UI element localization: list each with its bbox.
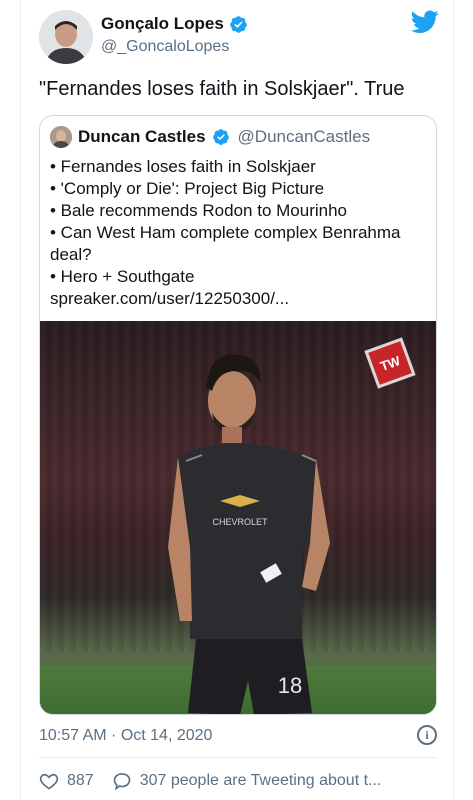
author-name[interactable]: Gonçalo Lopes [101, 14, 224, 34]
tweeting-about-text: 307 people are Tweeting about t... [139, 772, 382, 789]
quoted-line: • Fernandes loses faith in Solskjaer [50, 157, 316, 176]
like-count: 887 [67, 772, 94, 789]
quoted-photo[interactable]: TW CHEVROLET 18 [40, 321, 436, 714]
shorts-number: 18 [278, 673, 302, 698]
twitter-bird-icon[interactable] [411, 10, 439, 34]
quoted-author-handle: @DuncanCastles [237, 127, 371, 146]
quoted-header: Duncan Castles @DuncanCastles [50, 126, 370, 148]
quoted-author-name: Duncan Castles [78, 127, 206, 146]
verified-badge-icon [229, 15, 247, 33]
timestamp[interactable]: 10:57 AM · Oct 14, 2020 [39, 727, 212, 744]
quoted-link[interactable]: spreaker.com/user/12250300/... [50, 288, 426, 310]
author-block: Gonçalo Lopes @_GoncaloLopes [101, 14, 248, 56]
tweeting-about-link[interactable]: 307 people are Tweeting about t... [112, 771, 382, 791]
action-bar: 887 307 people are Tweeting about t... [39, 768, 437, 794]
quoted-tweet[interactable]: Duncan Castles @DuncanCastles • Fernande… [39, 115, 437, 715]
tweet-meta: 10:57 AM · Oct 14, 2020 i [39, 725, 437, 745]
tweet-header: Gonçalo Lopes @_GoncaloLopes [39, 8, 439, 68]
player-figure: CHEVROLET 18 [168, 354, 330, 714]
quoted-line: • Bale recommends Rodon to Mourinho [50, 201, 347, 220]
shirt-sponsor: CHEVROLET [212, 517, 268, 527]
tweet-card: Gonçalo Lopes @_GoncaloLopes "Fernandes … [20, 0, 454, 800]
quoted-author-avatar [50, 126, 72, 148]
like-button[interactable]: 887 [39, 771, 94, 791]
author-handle[interactable]: @_GoncaloLopes [101, 38, 248, 56]
quoted-line: • Hero + Southgate [50, 267, 195, 286]
tweet-text: "Fernandes loses faith in Solskjaer". Tr… [39, 78, 405, 100]
heart-icon [39, 773, 59, 790]
speech-bubble-icon [113, 773, 131, 791]
author-avatar[interactable] [39, 10, 93, 64]
divider [39, 757, 437, 758]
verified-badge-icon [212, 129, 229, 145]
quoted-text: • Fernandes loses faith in Solskjaer • '… [50, 156, 426, 310]
quoted-line: • Can West Ham complete complex Benrahma… [50, 223, 406, 264]
quoted-line: • 'Comply or Die': Project Big Picture [50, 179, 325, 198]
info-icon[interactable]: i [417, 725, 437, 745]
